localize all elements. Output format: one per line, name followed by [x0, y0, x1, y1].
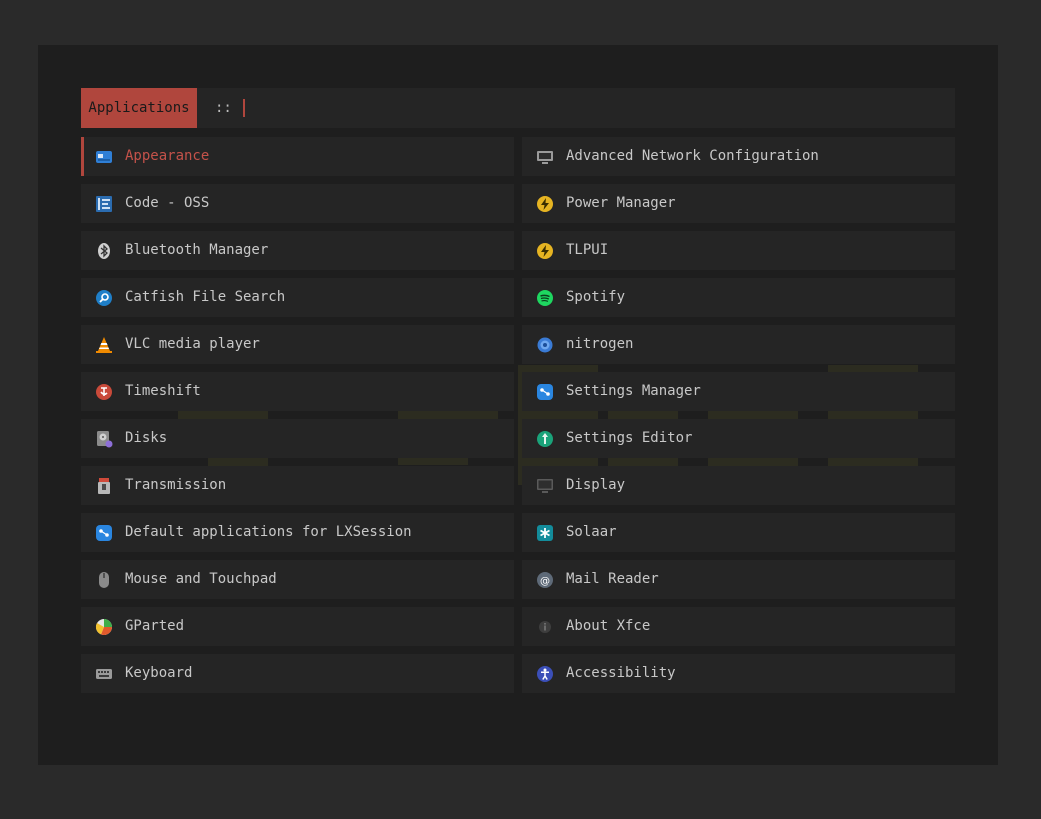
search-icon [95, 289, 113, 307]
app-entry-appearance[interactable]: Appearance [81, 137, 514, 176]
app-entry-label: VLC media player [125, 336, 260, 352]
app-entry-spotify[interactable]: Spotify [522, 278, 955, 317]
network-icon [536, 148, 554, 166]
application-list: Appearance Advanced Network Configuration… [81, 137, 955, 693]
settings-icon [536, 383, 554, 401]
app-entry-label: Catfish File Search [125, 289, 286, 305]
disk-icon [95, 430, 113, 448]
app-entry-default-applications-for-lxsession[interactable]: Default applications for LXSession [81, 513, 514, 552]
app-entry-label: Bluetooth Manager [125, 242, 269, 258]
app-entry-label: Mouse and Touchpad [125, 571, 277, 587]
app-entry-label: Accessibility [566, 665, 676, 681]
app-entry-label: GParted [125, 618, 185, 634]
text-cursor [243, 99, 245, 117]
app-entry-timeshift[interactable]: Timeshift [81, 372, 514, 411]
nitrogen-icon [536, 336, 554, 354]
svg-text:@: @ [540, 576, 550, 587]
app-entry-mouse-and-touchpad[interactable]: Mouse and Touchpad [81, 560, 514, 599]
app-entry-label: Transmission [125, 477, 227, 493]
spotify-icon [536, 289, 554, 307]
code-icon [95, 195, 113, 213]
settings-icon [95, 524, 113, 542]
app-launcher-window: Applications :: Appearance Advanced Netwo… [38, 45, 998, 765]
power-icon [536, 195, 554, 213]
solaar-icon [536, 524, 554, 542]
app-entry-disks[interactable]: Disks [81, 419, 514, 458]
app-entry-mail-reader[interactable]: @ Mail Reader [522, 560, 955, 599]
monitor-icon [536, 477, 554, 495]
app-entry-about-xfce[interactable]: About Xfce [522, 607, 955, 646]
accessibility-icon [536, 665, 554, 683]
app-entry-label: TLPUI [566, 242, 609, 258]
app-entry-accessibility[interactable]: Accessibility [522, 654, 955, 693]
app-entry-label: Settings Manager [566, 383, 701, 399]
app-entry-label: Default applications for LXSession [125, 524, 412, 540]
app-entry-vlc-media-player[interactable]: VLC media player [81, 325, 514, 364]
app-entry-label: Spotify [566, 289, 626, 305]
app-entry-settings-manager[interactable]: Settings Manager [522, 372, 955, 411]
app-entry-transmission[interactable]: Transmission [81, 466, 514, 505]
app-entry-advanced-network-configuration[interactable]: Advanced Network Configuration [522, 137, 955, 176]
mouse-icon [95, 571, 113, 589]
search-bar[interactable]: Applications :: [81, 88, 955, 128]
gparted-icon [95, 618, 113, 636]
app-entry-tlpui[interactable]: TLPUI [522, 231, 955, 270]
appearance-icon [95, 148, 113, 166]
app-entry-label: nitrogen [566, 336, 634, 352]
app-entry-label: Appearance [125, 148, 210, 164]
mode-label: Applications [81, 88, 197, 128]
app-entry-label: Advanced Network Configuration [566, 148, 819, 164]
app-entry-label: Solaar [566, 524, 617, 540]
app-entry-power-manager[interactable]: Power Manager [522, 184, 955, 223]
app-entry-gparted[interactable]: GParted [81, 607, 514, 646]
app-entry-display[interactable]: Display [522, 466, 955, 505]
app-entry-label: Keyboard [125, 665, 193, 681]
mail-icon: @ [536, 571, 554, 589]
timeshift-icon [95, 383, 113, 401]
app-entry-solaar[interactable]: Solaar [522, 513, 955, 552]
bluetooth-icon [95, 242, 113, 260]
app-entry-label: Power Manager [566, 195, 676, 211]
vlc-cone-icon [95, 336, 113, 354]
transmission-icon [95, 477, 113, 495]
info-icon [536, 618, 554, 636]
power-icon [536, 242, 554, 260]
app-entry-settings-editor[interactable]: Settings Editor [522, 419, 955, 458]
app-entry-label: Mail Reader [566, 571, 659, 587]
app-entry-label: About Xfce [566, 618, 651, 634]
app-entry-label: Settings Editor [566, 430, 693, 446]
app-entry-nitrogen[interactable]: nitrogen [522, 325, 955, 364]
settings-editor-icon [536, 430, 554, 448]
app-entry-bluetooth-manager[interactable]: Bluetooth Manager [81, 231, 514, 270]
keyboard-icon [95, 665, 113, 683]
app-entry-label: Disks [125, 430, 168, 446]
app-entry-label: Display [566, 477, 626, 493]
app-entry-label: Code - OSS [125, 195, 210, 211]
prompt-separator: :: [215, 100, 232, 116]
app-entry-catfish-file-search[interactable]: Catfish File Search [81, 278, 514, 317]
app-entry-code-oss[interactable]: Code - OSS [81, 184, 514, 223]
app-entry-label: Timeshift [125, 383, 201, 399]
app-entry-keyboard[interactable]: Keyboard [81, 654, 514, 693]
